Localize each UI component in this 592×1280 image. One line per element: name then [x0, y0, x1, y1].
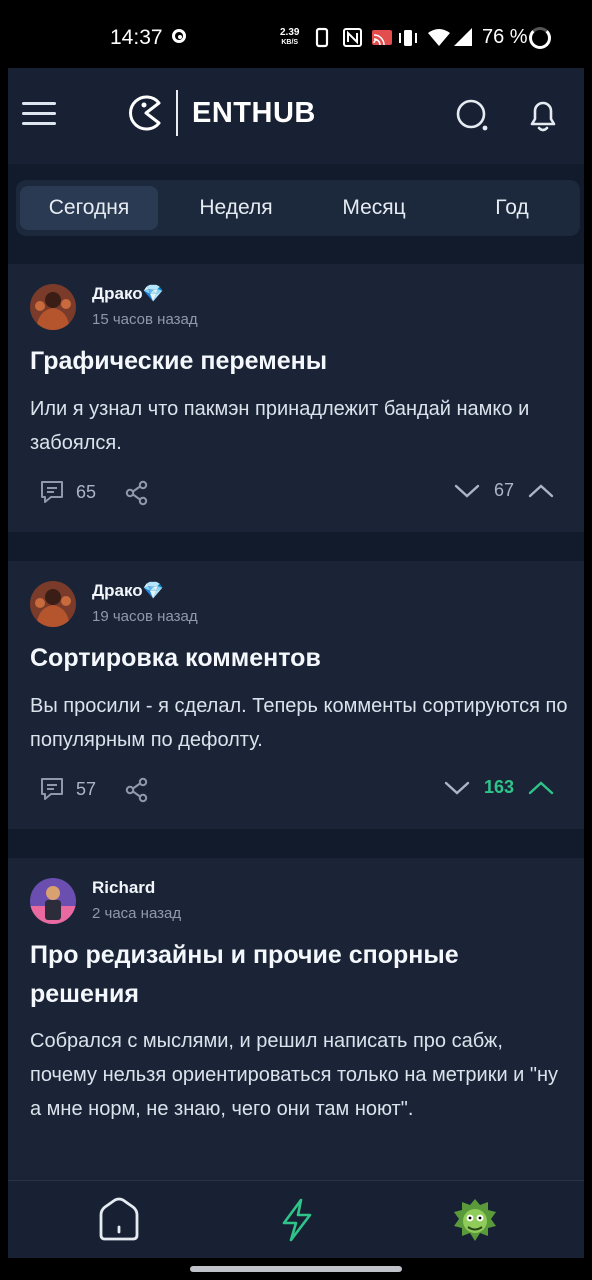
logo-pacman-icon — [129, 95, 161, 131]
downvote-icon[interactable] — [454, 483, 480, 499]
tab-week[interactable]: Неделя — [166, 186, 306, 230]
post-body: Вы просили - я сделал. Теперь комменты с… — [30, 695, 568, 751]
tab-month[interactable]: Месяц — [304, 186, 444, 230]
vote-score: 163 — [483, 777, 514, 797]
bell-icon[interactable] — [524, 96, 562, 134]
status-icons — [315, 27, 472, 48]
network-rate: 2.39 KB/S — [280, 28, 299, 47]
comments-button[interactable]: 57 — [38, 775, 96, 803]
upvote-icon[interactable] — [528, 780, 554, 796]
status-bar: 14:37 2.39 KB/S 76 % — [0, 0, 592, 68]
vote-control: 67 — [454, 480, 554, 501]
author-avatar[interactable] — [30, 581, 76, 627]
tab-year[interactable]: Год — [442, 186, 582, 230]
app-screen: ENTHUB Сегодня Неделя Месяц Год Драко💎 1… — [8, 68, 584, 1258]
brand-logo[interactable]: ENTHUB — [126, 90, 316, 136]
lightning-icon[interactable] — [274, 1197, 320, 1243]
author-avatar[interactable] — [30, 878, 76, 924]
wifi-icon — [428, 29, 450, 46]
author-name[interactable]: Драко💎 — [92, 581, 164, 601]
post-title[interactable]: Сортировка комментов — [30, 639, 560, 678]
home-icon[interactable] — [96, 1197, 142, 1243]
post-time: 15 часов назад — [92, 311, 198, 328]
top-app-bar: ENTHUB — [8, 68, 584, 164]
post-body: Или я узнал что пакмэн принадлежит банда… — [30, 398, 530, 454]
author-name[interactable]: Драко💎 — [92, 284, 164, 304]
signal-icon — [454, 28, 472, 46]
comment-icon — [41, 481, 63, 503]
profile-avatar[interactable] — [452, 1197, 498, 1243]
battery-ring-icon — [529, 27, 551, 49]
status-time: 14:37 — [110, 26, 163, 49]
post-title[interactable]: Про редизайны и прочие спорные решения — [30, 936, 560, 1014]
post-time: 19 часов назад — [92, 608, 198, 625]
post-title[interactable]: Графические перемены — [30, 342, 560, 381]
vibrate-icon — [399, 30, 417, 46]
phone-icon — [315, 27, 329, 48]
comments-button[interactable]: 65 — [38, 478, 96, 506]
menu-icon[interactable] — [22, 102, 56, 128]
comments-count: 65 — [76, 481, 97, 502]
share-icon[interactable] — [124, 480, 150, 506]
vote-control: 163 — [444, 777, 554, 798]
post-card[interactable]: Драко💎 19 часов назад Сортировка коммент… — [8, 561, 584, 829]
nfc-icon — [343, 28, 362, 47]
record-icon — [172, 29, 186, 43]
network-rate-unit: KB/S — [281, 39, 299, 46]
cast-icon — [372, 30, 392, 46]
tab-today[interactable]: Сегодня — [20, 186, 158, 230]
vote-score: 67 — [493, 480, 514, 500]
share-icon[interactable] — [124, 777, 150, 803]
post-actions: 57 163 — [8, 775, 584, 805]
author-name[interactable]: Richard — [92, 878, 155, 898]
post-card[interactable]: Драко💎 15 часов назад Графические переме… — [8, 264, 584, 532]
bottom-navigation — [8, 1180, 584, 1258]
logo-divider — [176, 90, 178, 136]
battery-percent: 76 % — [482, 26, 528, 48]
comments-count: 57 — [76, 778, 97, 799]
brand-name: ENTHUB — [192, 96, 316, 129]
post-actions: 65 67 — [8, 478, 584, 508]
upvote-icon[interactable] — [528, 483, 554, 499]
downvote-icon[interactable] — [444, 780, 470, 796]
post-time: 2 часа назад — [92, 905, 182, 922]
post-body: Собрался с мыслями, и решил написать про… — [30, 1030, 559, 1120]
comment-icon — [41, 778, 63, 800]
search-icon[interactable] — [454, 96, 492, 134]
period-tabs: Сегодня Неделя Месяц Год — [16, 180, 580, 236]
post-card[interactable]: Richard 2 часа назад Про редизайны и про… — [8, 858, 584, 1188]
network-rate-value: 2.39 — [280, 27, 300, 38]
author-avatar[interactable] — [30, 284, 76, 330]
gesture-bar[interactable] — [190, 1266, 402, 1272]
